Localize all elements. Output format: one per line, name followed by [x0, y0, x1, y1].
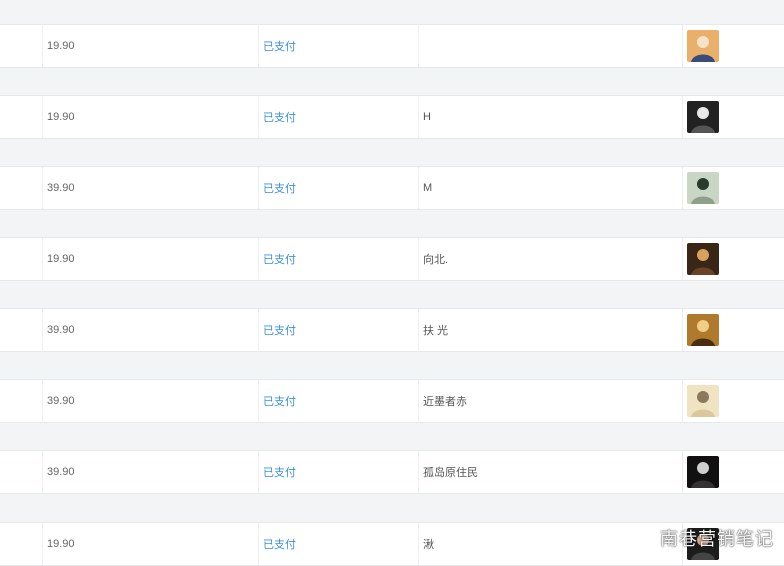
avatar-photo-icon: [687, 456, 719, 488]
table-row: 39.90 已支付 扶 光: [0, 308, 784, 352]
row-cell-blank: [0, 451, 42, 493]
avatar-photo-icon: [687, 314, 719, 346]
amount-value: 39.90: [47, 395, 75, 407]
user-nickname: 近墨者赤: [423, 396, 467, 408]
watermark-text: 南巷营销笔记: [660, 529, 774, 549]
avatar-photo-icon: [687, 385, 719, 417]
row-cell-blank: [0, 96, 42, 138]
user-nickname: H: [423, 111, 431, 123]
user-avatar[interactable]: [687, 385, 719, 417]
row-cell-blank: [0, 167, 42, 209]
table-row: 19.90 已支付 向北.: [0, 237, 784, 281]
payment-status-link[interactable]: 已支付: [263, 536, 296, 552]
payment-status-link[interactable]: 已支付: [263, 38, 296, 54]
amount-value: 19.90: [47, 538, 75, 550]
user-nickname: 孤岛原住民: [423, 467, 478, 479]
amount-value: 39.90: [47, 324, 75, 336]
payment-status-link[interactable]: 已支付: [263, 393, 296, 409]
payment-status-link[interactable]: 已支付: [263, 180, 296, 196]
orders-table: 19.90 已支付 19.90 已支付 H 39.90 已支付 M 19.90 …: [0, 0, 784, 566]
avatar-photo-icon: [687, 30, 719, 62]
user-nickname: 扶 光: [423, 325, 449, 337]
row-cell-blank: [0, 523, 42, 565]
user-nickname: M: [423, 182, 433, 194]
amount-value: 39.90: [47, 182, 75, 194]
user-avatar[interactable]: [687, 172, 719, 204]
amount-value: 19.90: [47, 111, 75, 123]
table-row: 39.90 已支付 M: [0, 166, 784, 210]
payment-status-link[interactable]: 已支付: [263, 322, 296, 338]
avatar-photo-icon: [687, 172, 719, 204]
avatar-photo-icon: [687, 243, 719, 275]
wechat-icon: [628, 527, 654, 549]
user-nickname: 湫: [423, 539, 434, 551]
amount-value: 19.90: [47, 40, 75, 52]
payment-status-link[interactable]: 已支付: [263, 251, 296, 267]
amount-value: 19.90: [47, 253, 75, 265]
avatar-photo-icon: [687, 101, 719, 133]
user-avatar[interactable]: [687, 30, 719, 62]
table-row: 39.90 已支付 孤岛原住民: [0, 450, 784, 494]
user-avatar[interactable]: [687, 101, 719, 133]
payment-status-link[interactable]: 已支付: [263, 464, 296, 480]
amount-value: 39.90: [47, 466, 75, 478]
user-avatar[interactable]: [687, 314, 719, 346]
table-row: 19.90 已支付 H: [0, 95, 784, 139]
row-cell-blank: [0, 309, 42, 351]
table-row: 19.90 已支付: [0, 24, 784, 68]
table-row: 39.90 已支付 近墨者赤: [0, 379, 784, 423]
row-cell-blank: [0, 238, 42, 280]
payment-status-link[interactable]: 已支付: [263, 109, 296, 125]
user-nickname: 向北.: [423, 254, 449, 266]
user-avatar[interactable]: [687, 243, 719, 275]
watermark: 南巷营销笔记: [628, 526, 774, 550]
row-cell-blank: [0, 380, 42, 422]
user-avatar[interactable]: [687, 456, 719, 488]
row-cell-blank: [0, 25, 42, 67]
